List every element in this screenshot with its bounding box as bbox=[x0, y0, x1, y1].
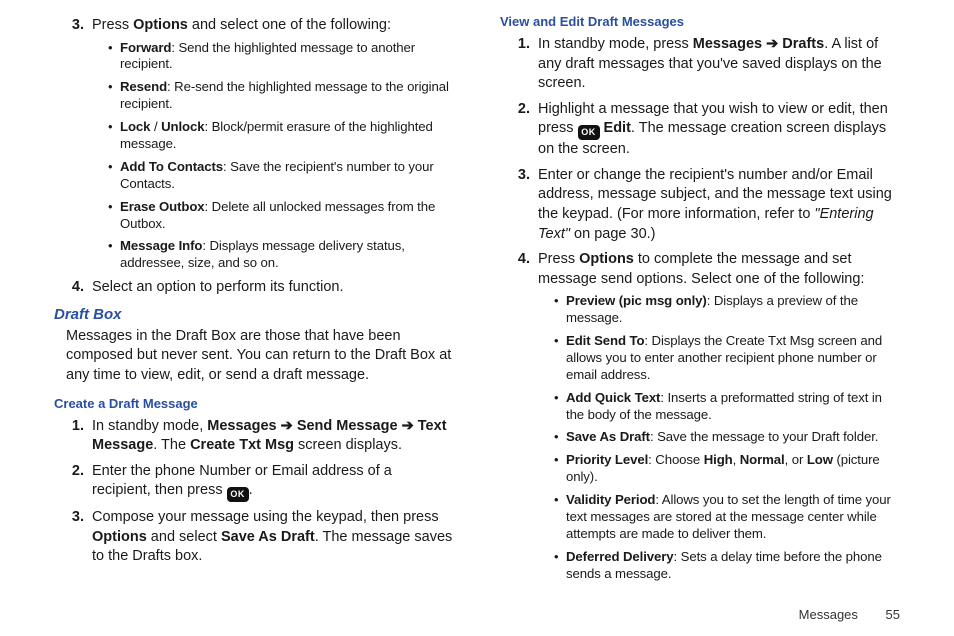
page-number: 55 bbox=[886, 607, 900, 622]
savedraft-label: Save As Draft bbox=[566, 429, 650, 444]
bullet-add-contacts: Add To Contacts: Save the recipient's nu… bbox=[108, 159, 454, 193]
lock-sep: / bbox=[150, 119, 161, 134]
priority-label: Priority Level bbox=[566, 452, 648, 467]
create-step-2: Enter the phone Number or Email address … bbox=[88, 462, 454, 503]
v4-b: Options bbox=[579, 251, 634, 267]
page-footer: Messages 55 bbox=[799, 607, 900, 622]
view-edit-steps: In standby mode, press Messages ➔ Drafts… bbox=[500, 35, 900, 583]
v1-b1: Messages bbox=[693, 36, 762, 52]
resend-desc: : Re-send the highlighted message to the… bbox=[120, 79, 449, 111]
addto-label: Add To Contacts bbox=[120, 159, 223, 174]
heading-create-draft: Create a Draft Message bbox=[54, 396, 454, 411]
view-step-4: Press Options to complete the message an… bbox=[534, 250, 900, 582]
create-draft-steps: In standby mode, Messages ➔ Send Message… bbox=[54, 417, 454, 567]
resend-label: Resend bbox=[120, 79, 167, 94]
priority-c2: , or bbox=[785, 452, 807, 467]
c1-b2: Send Message bbox=[297, 418, 398, 434]
manual-page: Press Options and select one of the foll… bbox=[0, 0, 954, 636]
step-4: Select an option to perform its function… bbox=[88, 278, 454, 298]
continued-steps-list: Press Options and select one of the foll… bbox=[54, 16, 454, 298]
c1-mid: . The bbox=[153, 437, 190, 453]
c1-b4: Create Txt Msg bbox=[190, 437, 294, 453]
arrow-icon: ➔ bbox=[277, 418, 297, 434]
arrow-icon: ➔ bbox=[762, 36, 782, 52]
step4-text: Select an option to perform its function… bbox=[92, 279, 343, 295]
create-step-3: Compose your message using the keypad, t… bbox=[88, 508, 454, 567]
bullet-add-quick-text: Add Quick Text: Inserts a preformatted s… bbox=[554, 390, 900, 424]
options-bold: Options bbox=[133, 17, 188, 33]
bullet-lock: Lock / Unlock: Block/permit erasure of t… bbox=[108, 119, 454, 153]
c1-pre: In standby mode, bbox=[92, 418, 207, 434]
c1-b1: Messages bbox=[207, 418, 276, 434]
priority-c1: , bbox=[733, 452, 740, 467]
v4-pre: Press bbox=[538, 251, 579, 267]
addqt-label: Add Quick Text bbox=[566, 390, 660, 405]
v3-post: on page 30.) bbox=[570, 226, 655, 242]
v1-b2: Drafts bbox=[782, 36, 824, 52]
heading-view-edit: View and Edit Draft Messages bbox=[500, 14, 900, 29]
priority-pre: : Choose bbox=[648, 452, 704, 467]
ok-key-icon: OK bbox=[578, 125, 600, 140]
editsend-label: Edit Send To bbox=[566, 333, 644, 348]
v1-pre: In standby mode, press bbox=[538, 36, 693, 52]
step3-text-post: and select one of the following: bbox=[188, 17, 391, 33]
send-options-bullets: Preview (pic msg only): Displays a previ… bbox=[538, 293, 900, 582]
step-3: Press Options and select one of the foll… bbox=[88, 16, 454, 272]
validity-label: Validity Period bbox=[566, 492, 655, 507]
priority-low: Low bbox=[807, 452, 833, 467]
right-column: View and Edit Draft Messages In standby … bbox=[500, 14, 900, 589]
erase-label: Erase Outbox bbox=[120, 199, 205, 214]
footer-section-name: Messages bbox=[799, 607, 858, 622]
create-step-1: In standby mode, Messages ➔ Send Message… bbox=[88, 417, 454, 456]
arrow-icon: ➔ bbox=[398, 418, 418, 434]
msginfo-label: Message Info bbox=[120, 238, 202, 253]
view-step-1: In standby mode, press Messages ➔ Drafts… bbox=[534, 35, 900, 94]
heading-draft-box: Draft Box bbox=[54, 306, 454, 323]
unlock-label: Unlock bbox=[161, 119, 204, 134]
deferred-label: Deferred Delivery bbox=[566, 549, 674, 564]
left-column: Press Options and select one of the foll… bbox=[54, 14, 454, 589]
c1-post: screen displays. bbox=[294, 437, 402, 453]
options-bullets: Forward: Send the highlighted message to… bbox=[92, 40, 454, 273]
lock-label: Lock bbox=[120, 119, 150, 134]
c3-mid: and select bbox=[147, 529, 221, 545]
bullet-validity-period: Validity Period: Allows you to set the l… bbox=[554, 492, 900, 543]
bullet-deferred-delivery: Deferred Delivery: Sets a delay time bef… bbox=[554, 549, 900, 583]
priority-normal: Normal bbox=[740, 452, 785, 467]
bullet-priority-level: Priority Level: Choose High, Normal, or … bbox=[554, 452, 900, 486]
bullet-preview: Preview (pic msg only): Displays a previ… bbox=[554, 293, 900, 327]
two-column-layout: Press Options and select one of the foll… bbox=[54, 14, 900, 589]
bullet-forward: Forward: Send the highlighted message to… bbox=[108, 40, 454, 74]
forward-label: Forward bbox=[120, 40, 171, 55]
view-step-2: Highlight a message that you wish to vie… bbox=[534, 100, 900, 160]
bullet-resend: Resend: Re-send the highlighted message … bbox=[108, 79, 454, 113]
savedraft-desc: : Save the message to your Draft folder. bbox=[650, 429, 878, 444]
c3-b1: Options bbox=[92, 529, 147, 545]
bullet-erase-outbox: Erase Outbox: Delete all unlocked messag… bbox=[108, 199, 454, 233]
c2-post: . bbox=[249, 482, 253, 498]
c3-b2: Save As Draft bbox=[221, 529, 315, 545]
draft-box-paragraph: Messages in the Draft Box are those that… bbox=[66, 327, 454, 386]
ok-key-icon: OK bbox=[227, 487, 249, 502]
step3-text-pre: Press bbox=[92, 17, 133, 33]
bullet-edit-send-to: Edit Send To: Displays the Create Txt Ms… bbox=[554, 333, 900, 384]
c3-pre: Compose your message using the keypad, t… bbox=[92, 509, 439, 525]
priority-high: High bbox=[704, 452, 733, 467]
bullet-save-as-draft: Save As Draft: Save the message to your … bbox=[554, 429, 900, 446]
bullet-message-info: Message Info: Displays message delivery … bbox=[108, 238, 454, 272]
preview-label: Preview (pic msg only) bbox=[566, 293, 707, 308]
view-step-3: Enter or change the recipient's number a… bbox=[534, 166, 900, 244]
v2-b: Edit bbox=[600, 120, 631, 136]
